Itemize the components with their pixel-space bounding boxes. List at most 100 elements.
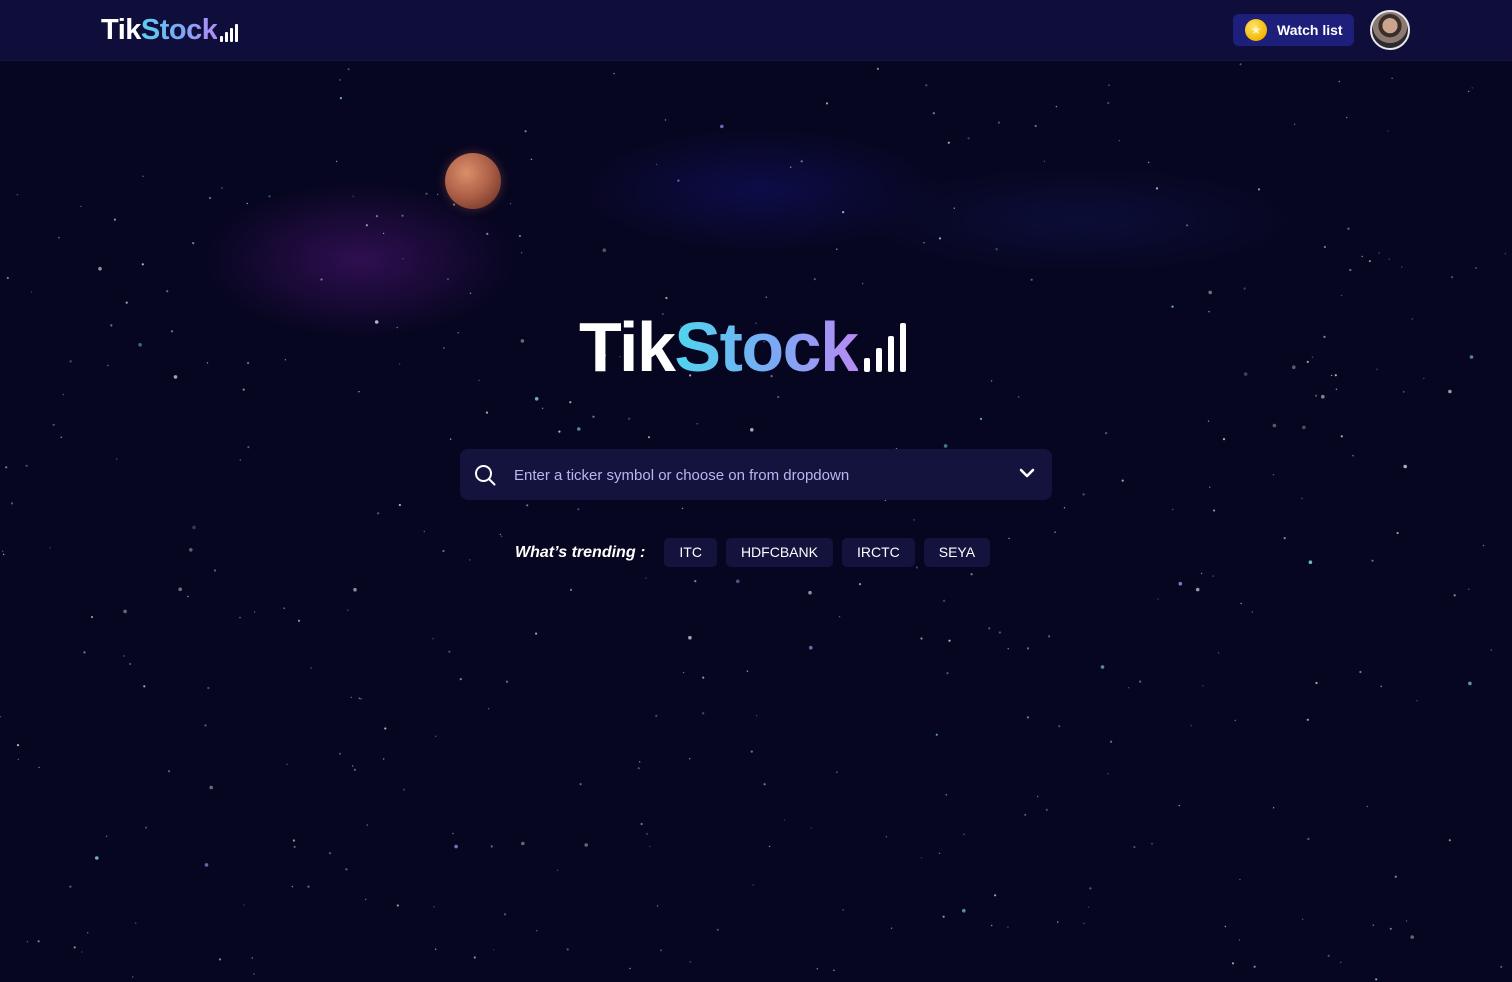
ticker-search-box[interactable] <box>460 449 1052 502</box>
star <box>1469 355 1474 359</box>
star <box>1293 123 1296 126</box>
star <box>1172 508 1174 511</box>
ticker-search-input[interactable] <box>512 449 1006 502</box>
trending-chip-seya[interactable]: SEYA <box>923 538 991 567</box>
star <box>1087 906 1090 908</box>
star <box>997 121 1001 124</box>
trending-chip-hdfcbank[interactable]: HDFCBANK <box>725 538 833 567</box>
trending-chip-irctc[interactable]: IRCTC <box>841 538 915 567</box>
star <box>1238 939 1241 941</box>
star <box>286 763 288 765</box>
star <box>291 885 294 888</box>
star <box>534 397 539 401</box>
star <box>647 436 651 439</box>
star <box>218 958 222 961</box>
star <box>129 663 131 665</box>
star <box>746 670 749 672</box>
star <box>988 627 991 630</box>
star <box>352 195 354 197</box>
star <box>374 320 379 324</box>
star <box>1394 875 1397 878</box>
star <box>69 885 72 888</box>
signal-bars-icon <box>863 323 906 372</box>
star <box>1423 377 1425 380</box>
star <box>1389 927 1392 930</box>
star <box>756 715 758 717</box>
star <box>1007 926 1009 928</box>
star <box>1306 360 1309 363</box>
star <box>487 708 490 710</box>
star <box>790 166 792 168</box>
star <box>452 832 454 835</box>
star <box>842 211 845 214</box>
watchlist-button[interactable]: ★ Watch list <box>1233 14 1354 46</box>
star <box>526 504 529 507</box>
star <box>836 248 838 250</box>
star <box>142 175 144 177</box>
star <box>449 438 452 440</box>
star <box>206 362 209 364</box>
star <box>1453 594 1456 597</box>
star <box>1323 245 1326 249</box>
star <box>360 698 362 700</box>
star <box>935 733 938 736</box>
star <box>433 906 435 908</box>
star <box>247 361 250 365</box>
star <box>1057 921 1059 923</box>
star <box>1335 388 1338 390</box>
star <box>1178 804 1180 807</box>
star <box>135 922 137 924</box>
trending-chip-itc[interactable]: ITC <box>664 538 717 567</box>
star <box>646 833 648 835</box>
star <box>569 588 573 592</box>
star <box>350 696 352 699</box>
star <box>948 639 951 642</box>
star <box>1376 368 1378 370</box>
star <box>995 248 998 251</box>
star <box>1416 700 1418 702</box>
star <box>187 595 189 598</box>
star <box>1083 922 1085 925</box>
star <box>967 137 970 140</box>
star <box>83 651 86 654</box>
star <box>1308 560 1313 564</box>
star <box>876 67 880 70</box>
star <box>1327 954 1330 957</box>
star <box>501 535 503 538</box>
star <box>173 375 178 379</box>
star <box>777 395 780 399</box>
star <box>535 632 538 635</box>
star <box>541 407 544 409</box>
star <box>518 234 522 238</box>
user-avatar[interactable] <box>1370 10 1410 50</box>
chevron-down-icon[interactable] <box>1018 466 1036 480</box>
star <box>145 826 148 829</box>
star <box>1448 839 1451 842</box>
star <box>1121 479 1124 482</box>
star <box>1195 587 1200 592</box>
star <box>825 102 829 105</box>
star <box>1302 918 1304 920</box>
star <box>1243 372 1248 376</box>
brand-logo[interactable]: Tik Stock <box>101 13 239 47</box>
star <box>1058 725 1061 728</box>
star <box>1378 252 1380 254</box>
star <box>1340 294 1343 297</box>
star <box>1371 559 1374 562</box>
star <box>584 843 588 847</box>
star <box>1448 389 1452 394</box>
star <box>1157 598 1159 600</box>
star <box>1026 647 1030 650</box>
star <box>1190 724 1192 727</box>
star <box>1108 84 1110 86</box>
star <box>925 84 928 87</box>
star <box>486 232 489 235</box>
star <box>132 976 134 978</box>
star <box>990 380 993 382</box>
star <box>115 458 118 460</box>
star <box>694 580 697 583</box>
star <box>25 464 28 467</box>
star <box>1359 670 1362 674</box>
star <box>452 203 456 206</box>
star <box>246 202 248 205</box>
